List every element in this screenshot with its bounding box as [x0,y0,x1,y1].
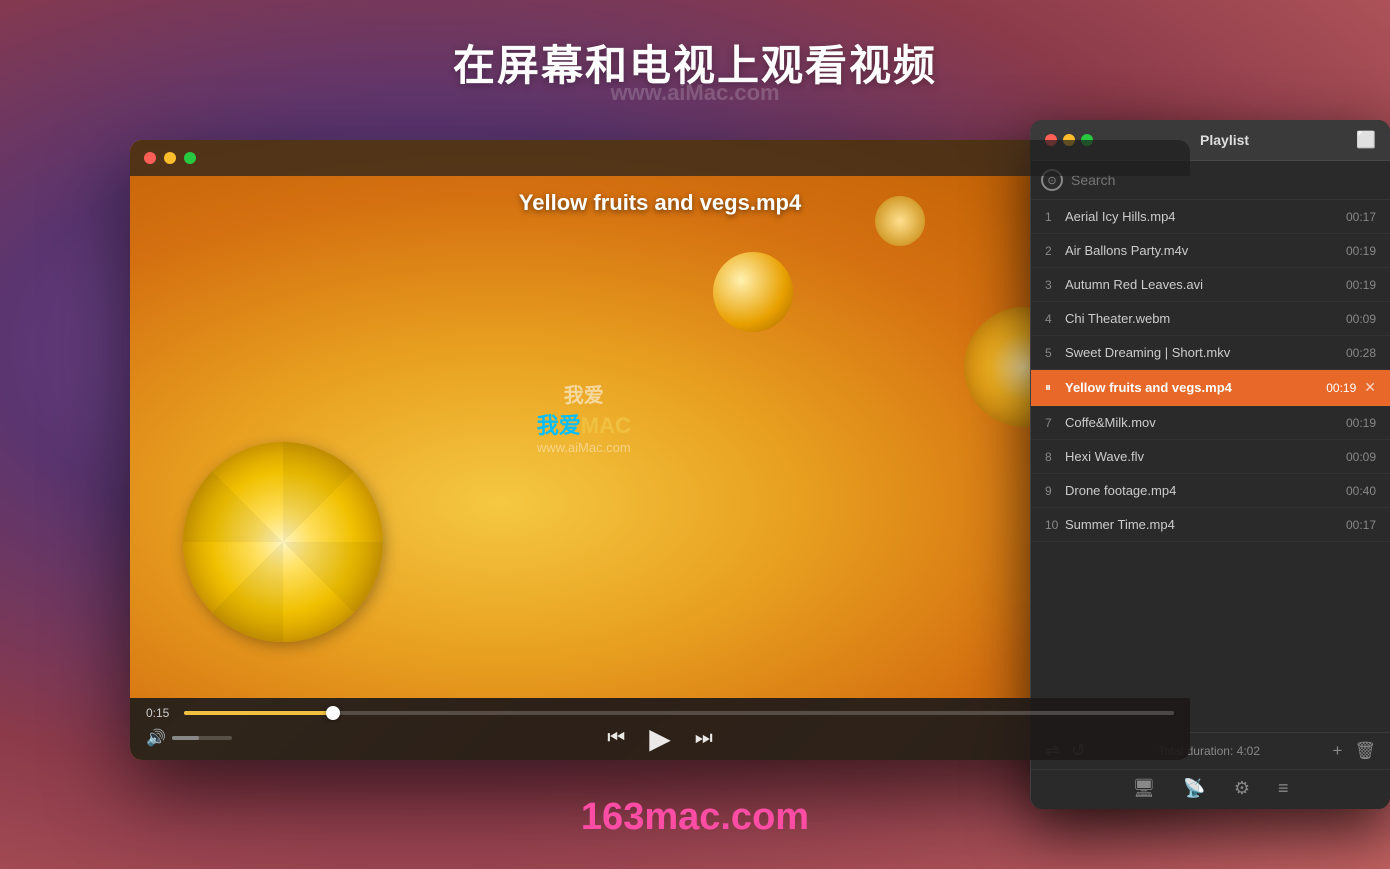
item-duration: 00:09 [1341,450,1376,464]
item-name: Air Ballons Party.m4v [1065,243,1341,258]
item-number: 4 [1045,312,1065,326]
playlist-item[interactable]: 7 Coffe&Milk.mov 00:19 [1031,406,1390,440]
item-duration: 00:17 [1341,518,1376,532]
item-duration: 00:40 [1341,484,1376,498]
controls-bar: 0:15 🔊 ⏮ ▶ ⏭ [130,698,1190,760]
item-name: Autumn Red Leaves.avi [1065,277,1341,292]
buttons-row: 🔊 ⏮ ▶ ⏭ [146,728,1174,748]
prev-button[interactable]: ⏮ [607,727,625,750]
minimize-button[interactable] [164,152,176,164]
monitor-icon[interactable]: 🖥 [1133,778,1156,799]
playback-controls: ⏮ ▶ ⏭ [607,722,713,755]
video-title-overlay: Yellow fruits and vegs.mp4 [130,190,1190,216]
item-name: Chi Theater.webm [1065,311,1341,326]
item-close-icon[interactable]: ✕ [1364,379,1376,396]
item-number: 3 [1045,278,1065,292]
volume-fill [172,736,199,740]
item-name: Yellow fruits and vegs.mp4 [1065,380,1321,395]
window-titlebar [130,140,1190,176]
watermark-bottom: 163mac.com [581,796,809,839]
playlist-items: 1 Aerial Icy Hills.mp4 00:17 2 Air Ballo… [1031,200,1390,732]
item-name: Summer Time.mp4 [1065,517,1341,532]
progress-thumb[interactable] [326,706,340,720]
item-number: 7 [1045,416,1065,430]
maximize-button[interactable] [184,152,196,164]
playlist-item[interactable]: 9 Drone footage.mp4 00:40 [1031,474,1390,508]
play-button[interactable]: ▶ [649,722,671,755]
trash-button[interactable]: 🗑 [1354,741,1376,761]
airplay-icon[interactable]: 📡 [1183,778,1205,799]
settings-icon[interactable]: ⚙ [1234,778,1250,799]
next-button[interactable]: ⏭ [695,727,713,750]
volume-track[interactable] [172,736,232,740]
progress-fill [184,711,333,715]
item-number: 2 [1045,244,1065,258]
item-name: Sweet Dreaming | Short.mkv [1065,345,1341,360]
item-duration: 00:19 [1341,244,1376,258]
item-number: 5 [1045,346,1065,360]
item-number: 10 [1045,518,1065,532]
item-duration: 00:19 [1341,278,1376,292]
progress-row: 0:15 [146,706,1174,720]
list-icon[interactable]: ≡ [1278,778,1289,799]
page-title: 在屏幕和电视上观看视频 [0,0,1390,93]
playlist-item[interactable]: 4 Chi Theater.webm 00:09 [1031,302,1390,336]
item-name: Coffe&Milk.mov [1065,415,1341,430]
playlist-item[interactable]: ⏸ Yellow fruits and vegs.mp4 00:19 ✕ [1031,370,1390,406]
playlist-item[interactable]: 2 Air Ballons Party.m4v 00:19 [1031,234,1390,268]
close-button[interactable] [144,152,156,164]
playlist-item[interactable]: 10 Summer Time.mp4 00:17 [1031,508,1390,542]
item-duration: 00:28 [1341,346,1376,360]
fruit-segments [183,442,383,642]
add-button[interactable]: + [1332,741,1342,761]
item-duration: 00:19 [1321,381,1356,395]
progress-track[interactable] [184,711,1174,715]
screen-icon[interactable]: ⬜ [1356,130,1376,150]
volume-area: 🔊 [146,728,232,748]
item-duration: 00:19 [1341,416,1376,430]
current-time: 0:15 [146,706,174,720]
fruit-whole [713,252,793,332]
playlist-item[interactable]: 5 Sweet Dreaming | Short.mkv 00:28 [1031,336,1390,370]
playlist-item[interactable]: 8 Hexi Wave.flv 00:09 [1031,440,1390,474]
item-number: 9 [1045,484,1065,498]
volume-icon: 🔊 [146,728,166,748]
footer-bottom: 🖥 📡 ⚙ ≡ [1031,769,1390,809]
item-name: Drone footage.mp4 [1065,483,1341,498]
item-duration: 00:17 [1341,210,1376,224]
item-name: Hexi Wave.flv [1065,449,1341,464]
pause-icon: ⏸ [1045,380,1065,395]
item-duration: 00:09 [1341,312,1376,326]
item-number: 8 [1045,450,1065,464]
playlist-item[interactable]: 3 Autumn Red Leaves.avi 00:19 [1031,268,1390,302]
